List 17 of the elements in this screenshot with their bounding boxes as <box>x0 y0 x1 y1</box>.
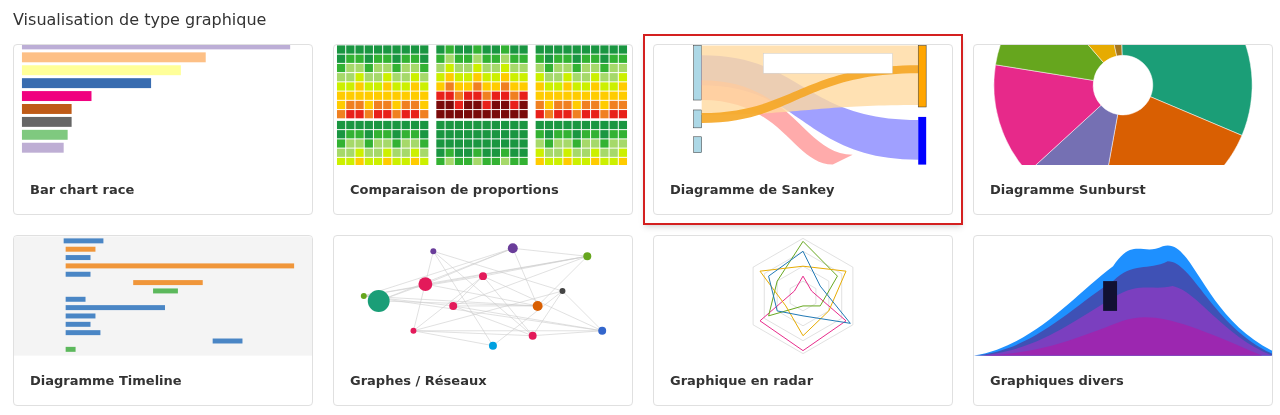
card-title: Diagramme de Sankey <box>669 181 836 199</box>
card-title: Comparaison de proportions <box>349 181 560 199</box>
chart-type-card[interactable]: Graphiques divers <box>963 225 1280 415</box>
chart-type-card[interactable]: Graphes / Réseaux <box>323 225 643 415</box>
chart-type-card[interactable]: Diagramme de Sankey <box>643 34 963 225</box>
chart-type-card[interactable]: Diagramme Sunburst <box>963 34 1280 225</box>
chart-type-card[interactable]: Bar chart race <box>3 34 323 225</box>
card-title: Diagramme Timeline <box>29 372 183 390</box>
card-title: Graphes / Réseaux <box>349 372 488 390</box>
card-title: Graphique en radar <box>669 372 815 390</box>
chart-type-card[interactable]: Diagramme Timeline <box>3 225 323 415</box>
chart-type-card[interactable]: Graphique en radar <box>643 225 963 415</box>
card-title: Graphiques divers <box>989 372 1125 390</box>
card-title: Diagramme Sunburst <box>989 181 1147 199</box>
section-title: Visualisation de type graphique <box>13 9 268 31</box>
card-title: Bar chart race <box>29 181 136 199</box>
chart-type-card[interactable]: Comparaison de proportions <box>323 34 643 225</box>
